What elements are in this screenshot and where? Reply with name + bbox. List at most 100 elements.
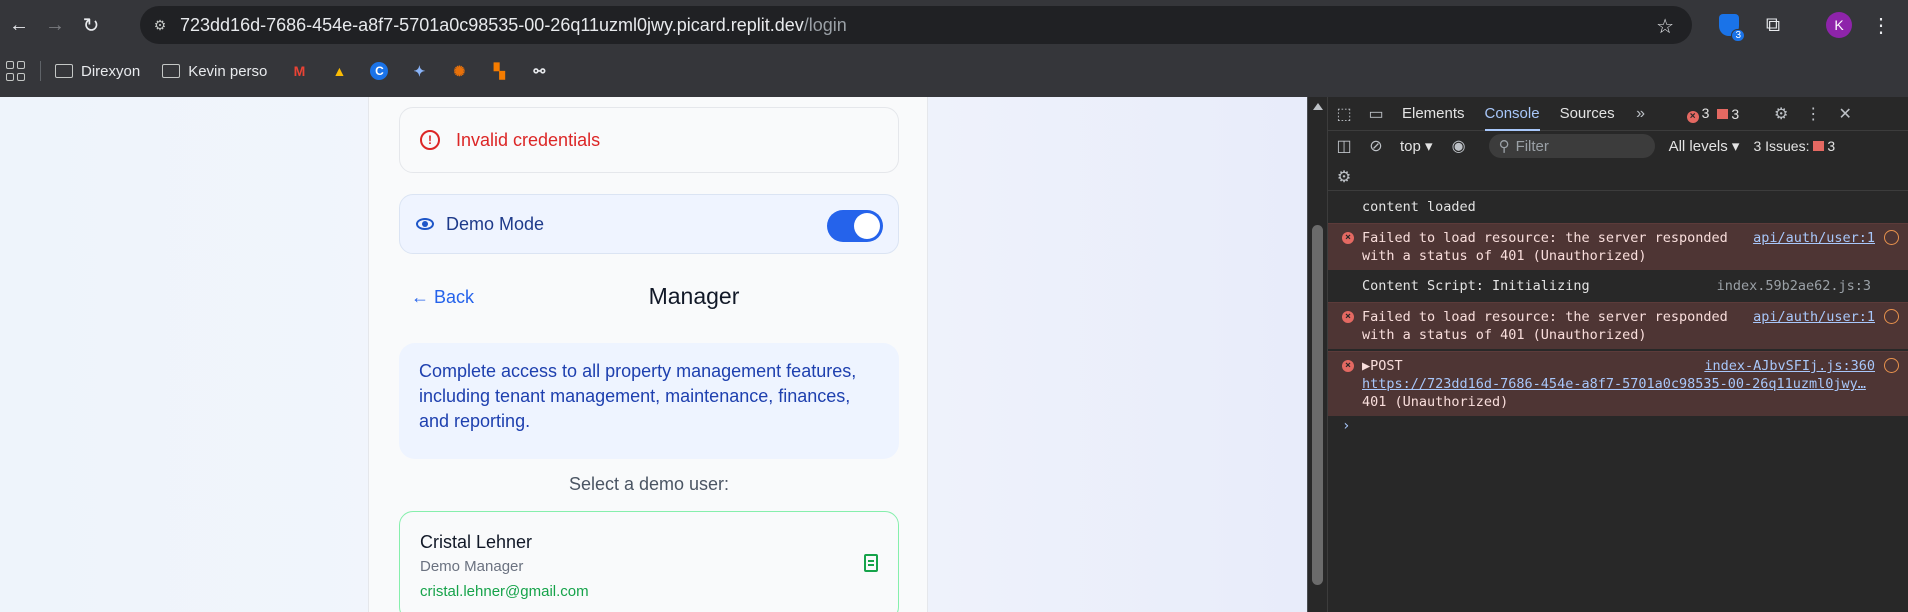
address-bar[interactable]: ⚙ 723dd16d-7686-454e-a8f7-5701a0c98535-0… xyxy=(140,6,1692,44)
link-app-icon[interactable]: ⚯ xyxy=(529,61,549,81)
devtools-menu-icon[interactable]: ⋮ xyxy=(1797,104,1829,124)
devtools-tabbar: ⬚ ▭ Elements Console Sources » × 3 3 ⚙ ⋮ … xyxy=(1328,97,1908,131)
alert-circle-icon: ! xyxy=(420,130,440,150)
console-error: × ▶POST index-AJbvSFIj.js:360 https://72… xyxy=(1328,351,1908,416)
sidebar-toggle-icon[interactable]: ◫ xyxy=(1328,136,1360,156)
device-toolbar-icon[interactable]: ▭ xyxy=(1360,104,1392,124)
user-name: Cristal Lehner xyxy=(420,532,533,552)
user-role: Demo Manager xyxy=(420,558,524,575)
error-icon: × xyxy=(1686,110,1699,123)
bookmarks-bar: Direxyon Kevin perso M ▲ C ✦ ✺ ▚ ⚯ xyxy=(0,54,1908,88)
reload-icon[interactable]: ↻ xyxy=(74,8,108,42)
role-title: Manager xyxy=(648,283,740,309)
browser-toolbar: ← → ↻ ⚙ 723dd16d-7686-454e-a8f7-5701a0c9… xyxy=(0,0,1908,50)
log-expand-toggle[interactable]: ▶POST xyxy=(1362,358,1403,374)
building-icon xyxy=(864,554,878,572)
filter-placeholder: Filter xyxy=(1515,137,1549,155)
tab-sources[interactable]: Sources xyxy=(1560,97,1615,131)
settings-gear-icon[interactable]: ⚙ xyxy=(1765,104,1797,124)
forward-arrow-icon[interactable]: → xyxy=(38,8,72,42)
page-viewport: ! Invalid credentials Demo Mode ← Back M… xyxy=(0,97,1307,612)
claude-icon[interactable]: ✺ xyxy=(449,61,469,81)
log-text: Failed to load resource: the server resp… xyxy=(1362,309,1728,343)
log-status: 401 (Unauthorized) xyxy=(1362,394,1509,410)
bookmark-folder-kevin-perso[interactable]: Kevin perso xyxy=(162,63,267,80)
devtools-panel: ⬚ ▭ Elements Console Sources » × 3 3 ⚙ ⋮ … xyxy=(1307,97,1908,612)
clear-console-icon[interactable]: ⊘ xyxy=(1360,136,1392,156)
error-icon: × xyxy=(1342,232,1354,244)
demo-user-card[interactable]: Cristal Lehner Demo Manager cristal.lehn… xyxy=(399,511,899,612)
request-url-link[interactable]: https://723dd16d-7686-454e-a8f7-5701a0c9… xyxy=(1362,375,1882,393)
browser-menu-icon[interactable]: ⋮ xyxy=(1866,8,1896,42)
inspect-element-icon[interactable]: ⬚ xyxy=(1328,104,1360,124)
extension-badge: 3 xyxy=(1731,29,1745,42)
network-request-icon[interactable] xyxy=(1884,358,1899,373)
console-message: content loaded xyxy=(1328,193,1908,221)
warning-counter[interactable]: 3 xyxy=(1717,106,1739,122)
google-drive-icon[interactable]: ▲ xyxy=(329,61,349,81)
toggle-knob xyxy=(854,213,880,239)
demo-mode-toggle[interactable] xyxy=(827,210,883,242)
console-prompt[interactable]: › xyxy=(1342,418,1350,434)
console-log: content loaded × Failed to load resource… xyxy=(1328,193,1908,434)
log-source-link[interactable]: index-AJbvSFIj.js:360 xyxy=(1704,357,1875,375)
demo-mode-row: Demo Mode xyxy=(399,194,899,254)
back-arrow-icon[interactable]: ← xyxy=(2,8,36,42)
gmail-icon[interactable]: M xyxy=(289,61,309,81)
replit-icon[interactable]: ▚ xyxy=(489,61,509,81)
console-error: × Failed to load resource: the server re… xyxy=(1328,302,1908,349)
scrollbar-thumb[interactable] xyxy=(1312,225,1323,585)
log-source-link[interactable]: index.59b2ae62.js:3 xyxy=(1717,277,1871,295)
eye-icon xyxy=(416,218,434,230)
context-selector[interactable]: top ▾ xyxy=(1400,137,1433,155)
issues-label: 3 Issues: xyxy=(1753,138,1810,154)
log-levels-dropdown[interactable]: All levels ▾ xyxy=(1669,137,1740,155)
bookmarks-separator xyxy=(40,61,41,81)
profile-avatar[interactable]: K xyxy=(1822,8,1856,42)
log-text: Failed to load resource: the server resp… xyxy=(1362,230,1728,264)
bookmark-label: Direxyon xyxy=(81,62,141,80)
issues-counter[interactable]: 3 Issues: 3 xyxy=(1753,138,1835,154)
warning-count: 3 xyxy=(1731,105,1740,122)
page-scrollbar[interactable] xyxy=(1308,97,1328,612)
c-app-icon[interactable]: C xyxy=(369,61,389,81)
url-text[interactable]: 723dd16d-7686-454e-a8f7-5701a0c98535-00-… xyxy=(180,15,847,36)
issues-flag-icon xyxy=(1813,141,1825,151)
console-settings-row: ⚙ xyxy=(1328,161,1908,191)
more-tabs-icon[interactable]: » xyxy=(1625,105,1657,123)
login-card: ! Invalid credentials Demo Mode ← Back M… xyxy=(368,97,928,612)
console-error: × Failed to load resource: the server re… xyxy=(1328,223,1908,270)
apps-grid-icon[interactable] xyxy=(6,61,26,81)
console-toolbar: ◫ ⊘ top ▾ ◉ ⚲ Filter All levels ▾ 3 Issue… xyxy=(1328,131,1908,161)
user-email: cristal.lehner@gmail.com xyxy=(420,583,589,600)
bookmark-star-icon[interactable]: ☆ xyxy=(1656,14,1674,39)
log-text: Content Script: Initializing xyxy=(1362,278,1590,294)
profile-initial: K xyxy=(1826,12,1852,38)
error-icon: × xyxy=(1342,311,1354,323)
scroll-up-arrow-icon[interactable] xyxy=(1313,103,1323,110)
close-devtools-icon[interactable]: ✕ xyxy=(1829,104,1861,124)
gemini-icon[interactable]: ✦ xyxy=(409,61,429,81)
extension-shield-icon[interactable]: 3 xyxy=(1712,8,1746,42)
log-levels-label: All levels xyxy=(1668,138,1728,155)
network-request-icon[interactable] xyxy=(1884,309,1899,324)
error-icon: × xyxy=(1342,360,1354,372)
error-counter[interactable]: × 3 xyxy=(1686,104,1710,123)
select-user-label: Select a demo user: xyxy=(568,474,730,494)
log-source-link[interactable]: api/auth/user:1 xyxy=(1753,229,1875,247)
bookmark-folder-direxyon[interactable]: Direxyon xyxy=(55,63,140,80)
live-expression-eye-icon[interactable]: ◉ xyxy=(1443,136,1475,156)
bookmark-label: Kevin perso xyxy=(188,62,268,80)
extensions-puzzle-icon[interactable]: ⧉ xyxy=(1756,8,1790,42)
site-settings-icon[interactable]: ⚙ xyxy=(140,17,180,34)
console-settings-gear-icon[interactable]: ⚙ xyxy=(1328,167,1360,187)
folder-icon xyxy=(55,64,73,78)
console-filter-input[interactable]: ⚲ Filter xyxy=(1488,134,1655,158)
network-request-icon[interactable] xyxy=(1884,230,1899,245)
log-text: content loaded xyxy=(1362,199,1476,215)
error-count: 3 xyxy=(1701,104,1710,121)
error-alert: ! Invalid credentials xyxy=(399,107,899,173)
log-source-link[interactable]: api/auth/user:1 xyxy=(1753,308,1875,326)
tab-elements[interactable]: Elements xyxy=(1402,97,1465,131)
tab-console[interactable]: Console xyxy=(1484,97,1540,131)
